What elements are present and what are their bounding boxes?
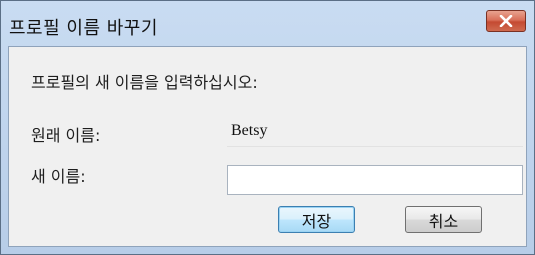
rename-profile-dialog: 프로필 이름 바꾸기 프로필의 새 이름을 입력하십시오: 원래 이름: Bet… [0, 0, 535, 255]
new-name-input[interactable] [227, 165, 523, 195]
original-name-field: Betsy [227, 117, 523, 147]
close-icon [499, 15, 513, 27]
cancel-button[interactable]: 취소 [405, 206, 482, 233]
original-name-label: 원래 이름: [31, 126, 101, 145]
new-name-label: 새 이름: [31, 167, 86, 186]
title-bar[interactable]: 프로필 이름 바꾸기 [1, 1, 534, 46]
original-name-value: Betsy [231, 122, 268, 139]
dialog-body: 프로필의 새 이름을 입력하십시오: 원래 이름: Betsy 새 이름: 저장… [8, 46, 527, 247]
prompt-text: 프로필의 새 이름을 입력하십시오: [31, 73, 258, 92]
window-title: 프로필 이름 바꾸기 [9, 18, 158, 39]
save-button[interactable]: 저장 [278, 206, 355, 233]
close-button[interactable] [486, 10, 526, 32]
